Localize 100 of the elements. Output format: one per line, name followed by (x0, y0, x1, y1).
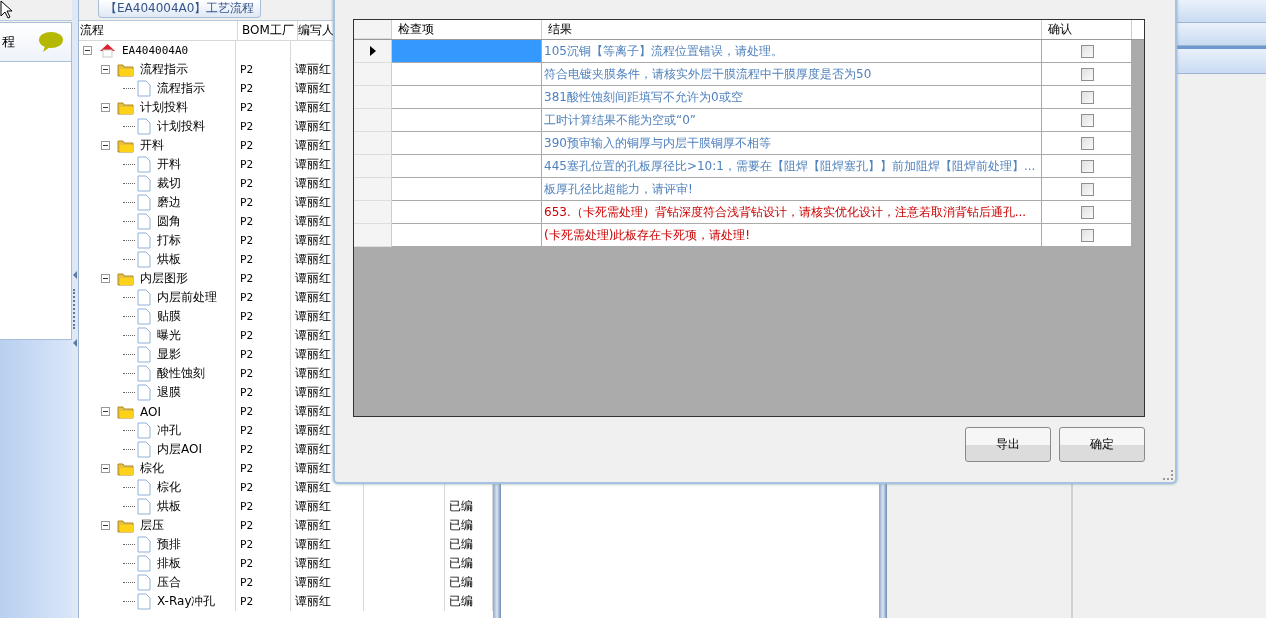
tree-item[interactable]: 烘板 (157, 498, 181, 515)
tree-item[interactable]: 棕化 (140, 460, 164, 477)
table-cell: P2 (240, 405, 254, 418)
table-cell[interactable] (392, 201, 542, 224)
folder-icon (117, 518, 134, 533)
tree-item[interactable]: 圆角 (157, 213, 181, 230)
tree-item[interactable]: 曝光 (157, 327, 181, 344)
tree-item[interactable]: 内层图形 (140, 270, 188, 287)
tree-item[interactable]: AOI (140, 404, 161, 419)
tree-item[interactable]: 贴膜 (157, 308, 181, 325)
table-cell: P2 (240, 424, 254, 437)
tree-item[interactable]: 内层AOI (157, 441, 202, 458)
tree-item[interactable]: 开料 (140, 137, 164, 154)
checkbox[interactable] (1081, 90, 1094, 104)
table-cell[interactable] (392, 109, 542, 132)
collapse-toggle-icon[interactable] (101, 464, 110, 473)
table-cell: 105沉铜【等离子】流程位置错误，请处理。 (544, 42, 783, 60)
collapse-toggle-icon[interactable] (101, 274, 110, 283)
checkbox[interactable] (1081, 113, 1094, 127)
table-cell: 谭丽红 (295, 517, 331, 534)
tree-item[interactable]: 酸性蚀刻 (157, 365, 205, 382)
checkbox[interactable] (1081, 44, 1094, 58)
dialog-button[interactable]: 确定 (1059, 427, 1145, 462)
column-header[interactable]: 确认 (1042, 20, 1132, 39)
tree-item[interactable]: 退膜 (157, 384, 181, 401)
tree-item[interactable]: X-Ray冲孔 (157, 593, 216, 610)
table-cell: P2 (240, 519, 254, 532)
folder-icon (117, 461, 134, 476)
collapse-toggle-icon[interactable] (101, 141, 110, 150)
table-cell: 谭丽红 (295, 574, 331, 591)
table-cell[interactable] (392, 40, 542, 63)
table-cell[interactable] (392, 155, 542, 178)
table-cell: 谭丽红 (295, 175, 331, 192)
checkbox[interactable] (1081, 228, 1094, 242)
tree-item[interactable]: 打标 (157, 232, 181, 249)
document-icon (137, 441, 151, 458)
table-cell: P2 (240, 272, 254, 285)
tree-item[interactable]: 排板 (157, 555, 181, 572)
table-cell: 谭丽红 (295, 403, 331, 420)
tree-item[interactable]: 烘板 (157, 251, 181, 268)
table-cell: P2 (240, 215, 254, 228)
folder-icon (117, 138, 134, 153)
column-header[interactable]: 检查项 (392, 20, 542, 39)
tree-item[interactable]: 预排 (157, 536, 181, 553)
tree-item[interactable]: 显影 (157, 346, 181, 363)
checkbox[interactable] (1081, 205, 1094, 219)
table-cell[interactable] (392, 63, 542, 86)
table-cell: 已编 (449, 555, 473, 572)
document-icon (137, 346, 151, 363)
column-header[interactable]: BOM工厂 (238, 21, 298, 40)
collapse-toggle-icon[interactable] (83, 46, 92, 55)
house-icon (99, 43, 116, 58)
tree-item[interactable]: 内层前处理 (157, 289, 217, 306)
table-cell: 谭丽红 (295, 498, 331, 515)
checkbox[interactable] (1081, 67, 1094, 81)
table-cell: P2 (240, 139, 254, 152)
tree-item[interactable]: 计划投料 (157, 118, 205, 135)
tree-item[interactable]: EA404004A0 (122, 44, 189, 57)
splitter-handle[interactable] (72, 0, 79, 618)
tree-item[interactable]: 磨边 (157, 194, 181, 211)
table-cell: 谭丽红 (295, 555, 331, 572)
collapse-toggle-icon[interactable] (101, 65, 110, 74)
document-icon (137, 593, 151, 610)
tree-item[interactable]: 压合 (157, 574, 181, 591)
table-cell: P2 (240, 177, 254, 190)
checkbox[interactable] (1081, 159, 1094, 173)
table-cell: 谭丽红 (295, 118, 331, 135)
window-title[interactable]: 【EA404004A0】工艺流程 (98, 0, 262, 18)
collapse-toggle-icon[interactable] (101, 103, 110, 112)
document-icon (137, 80, 151, 97)
column-header[interactable]: 结果 (542, 20, 1042, 39)
table-cell: 谭丽红 (295, 99, 331, 116)
tree-item[interactable]: 计划投料 (140, 99, 188, 116)
collapse-toggle-icon[interactable] (101, 521, 110, 530)
table-cell: 谭丽红 (295, 270, 331, 287)
tree-item[interactable]: 流程指示 (157, 80, 205, 97)
tree-item[interactable]: 层压 (140, 517, 164, 534)
checkbox[interactable] (1081, 182, 1094, 196)
folder-icon (117, 404, 134, 419)
table-cell[interactable] (392, 86, 542, 109)
resize-grip-icon[interactable] (1163, 470, 1173, 480)
checkbox[interactable] (1081, 136, 1094, 150)
dialog-button[interactable]: 导出 (965, 427, 1051, 462)
column-header[interactable]: 流程 (79, 21, 238, 40)
table-cell[interactable] (392, 132, 542, 155)
table-cell: 谭丽红 (295, 213, 331, 230)
folder-icon (117, 271, 134, 286)
row-header[interactable] (354, 40, 392, 63)
tree-item[interactable]: 冲孔 (157, 422, 181, 439)
table-cell[interactable] (392, 224, 542, 247)
table-cell[interactable] (392, 178, 542, 201)
table-cell: 谭丽红 (295, 327, 331, 344)
tree-item[interactable]: 棕化 (157, 479, 181, 496)
table-cell: P2 (240, 348, 254, 361)
tree-item[interactable]: 开料 (157, 156, 181, 173)
table-cell: 谭丽红 (295, 156, 331, 173)
table-cell: 谭丽红 (295, 251, 331, 268)
collapse-toggle-icon[interactable] (101, 407, 110, 416)
tree-item[interactable]: 流程指示 (140, 61, 188, 78)
tree-item[interactable]: 裁切 (157, 175, 181, 192)
